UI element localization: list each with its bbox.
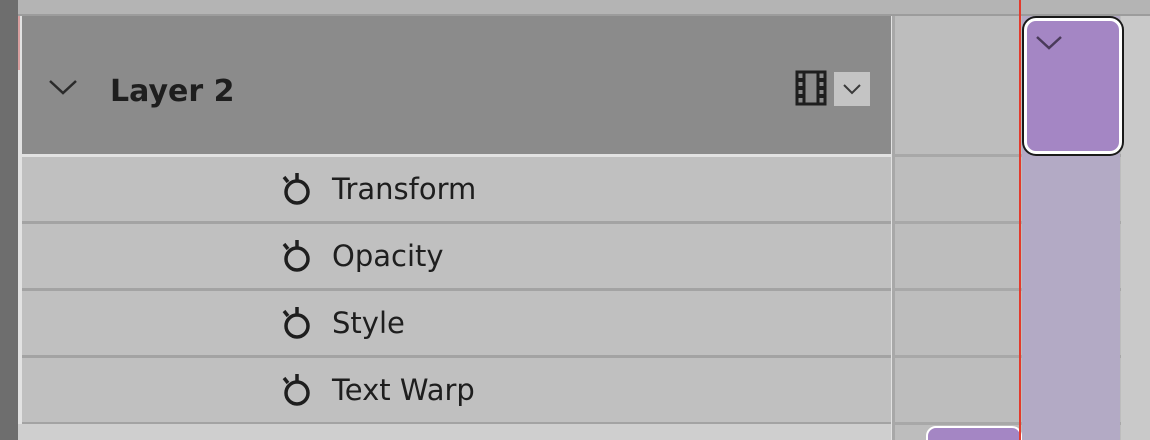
property-row-style[interactable]: Style (22, 291, 891, 358)
layer-options-dropdown[interactable] (834, 72, 870, 106)
property-label: Style (332, 306, 405, 340)
layers-timeline-panel: Layer 2 Transform Opacity Style Text War… (0, 0, 1150, 440)
film-icon[interactable] (794, 70, 828, 106)
property-label: Opacity (332, 239, 444, 273)
timeline-right-edge (1121, 16, 1150, 440)
panel-left-border (0, 0, 20, 440)
property-row-text-warp[interactable]: Text Warp (22, 358, 891, 425)
next-layer-clip[interactable] (926, 426, 1022, 440)
layer-clip[interactable] (1024, 18, 1122, 154)
previous-row-strip (18, 0, 1150, 16)
stopwatch-icon[interactable] (278, 303, 314, 343)
stopwatch-icon[interactable] (278, 236, 314, 276)
stopwatch-icon[interactable] (278, 169, 314, 209)
stopwatch-icon[interactable] (278, 370, 314, 410)
layer-name[interactable]: Layer 2 (110, 72, 234, 112)
property-row-transform[interactable]: Transform (22, 157, 891, 224)
chevron-down-icon[interactable] (48, 78, 78, 96)
chevron-down-icon[interactable] (1035, 35, 1063, 51)
property-row-opacity[interactable]: Opacity (22, 224, 891, 291)
playhead[interactable] (1019, 0, 1021, 440)
property-label: Transform (332, 172, 477, 206)
next-row-strip (18, 424, 891, 440)
chevron-down-icon (843, 84, 861, 95)
property-label: Text Warp (332, 373, 475, 407)
